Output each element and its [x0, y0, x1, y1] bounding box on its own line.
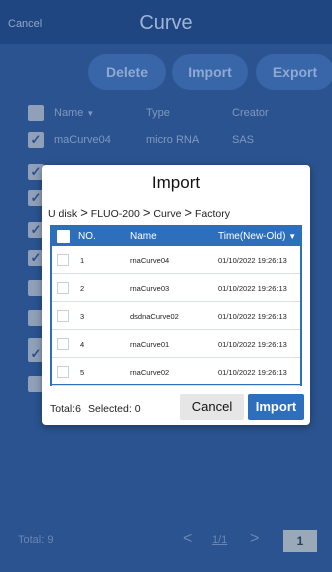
row-time: 01/10/2022 19:26:13: [218, 256, 287, 265]
table-row[interactable]: 3 dsdnaCurve02 01/10/2022 19:26:13: [52, 302, 300, 330]
column-no-header: NO.: [78, 231, 96, 242]
file-table: NO. Name Time(New-Old) ▼ 1 rnaCurve04 01…: [50, 225, 302, 386]
select-all-checkbox[interactable]: [28, 105, 44, 121]
row-time: 01/10/2022 19:26:13: [218, 312, 287, 321]
row-no: 3: [80, 312, 85, 321]
page-indicator: 1/1: [212, 534, 228, 546]
row-time: 01/10/2022 19:26:13: [218, 340, 287, 349]
column-time-header[interactable]: Time(New-Old) ▼: [218, 231, 296, 242]
curve-table-header: Name ▼ Type Creator: [24, 104, 328, 124]
row-no: 1: [80, 256, 85, 265]
breadcrumb: U disk > FLUO-200 > Curve > Factory: [48, 205, 230, 220]
row-checkbox[interactable]: [57, 254, 69, 266]
sort-down-icon: ▼: [288, 232, 297, 241]
row-time: 01/10/2022 19:26:13: [218, 368, 287, 377]
row-checkbox[interactable]: [57, 338, 69, 350]
breadcrumb-item[interactable]: Curve: [153, 208, 181, 220]
breadcrumb-item[interactable]: U disk: [48, 208, 77, 220]
row-name: rnaCurve04: [130, 256, 170, 265]
top-bar: Cancel Curve: [0, 0, 332, 44]
curve-type: micro RNA: [146, 134, 200, 146]
screen-title: Curve: [139, 12, 193, 34]
row-time: 01/10/2022 19:26:13: [218, 284, 287, 293]
export-button[interactable]: Export: [256, 54, 332, 90]
row-name: rnaCurve01: [130, 340, 170, 349]
column-type-header: Type: [146, 107, 170, 119]
import-dialog: Import U disk > FLUO-200 > Curve > Factory NO.…: [42, 165, 310, 425]
row-no: 2: [80, 284, 85, 293]
sort-down-icon: ▼: [86, 109, 95, 118]
column-name-header[interactable]: Name ▼: [54, 107, 94, 119]
table-row[interactable]: 4 rnaCurve01 01/10/2022 19:26:13: [52, 330, 300, 358]
total-count: Total: 9: [18, 534, 54, 546]
curve-name: maCurve04: [54, 134, 111, 146]
row-no: 4: [80, 340, 85, 349]
file-table-header: NO. Name Time(New-Old) ▼: [52, 227, 300, 246]
column-name-header: Name: [130, 231, 157, 242]
table-row[interactable]: 5 rnaCurve02 01/10/2022 19:26:13: [52, 358, 300, 386]
row-checkbox[interactable]: [57, 282, 69, 294]
breadcrumb-item[interactable]: Factory: [195, 208, 230, 220]
row-checkbox[interactable]: [57, 310, 69, 322]
row-name: rnaCurve02: [130, 368, 170, 377]
table-row[interactable]: 1 rnaCurve04 01/10/2022 19:26:13: [52, 246, 300, 274]
row-no: 5: [80, 368, 85, 377]
page-number-input[interactable]: 1: [283, 530, 317, 552]
chevron-right-icon: >: [80, 205, 88, 220]
chevron-right-icon: >: [142, 205, 151, 220]
curve-creator: SAS: [232, 134, 255, 146]
dialog-title: Import: [151, 173, 201, 192]
prev-page-icon[interactable]: <: [183, 530, 192, 548]
import-confirm-button[interactable]: Import: [248, 394, 304, 420]
chevron-right-icon: >: [184, 205, 193, 220]
select-all-checkbox[interactable]: [57, 230, 70, 243]
row-checkbox[interactable]: [57, 366, 69, 378]
list-footer: Total: 9 < 1/1 > 1: [0, 522, 332, 556]
action-buttons: Delete Import Export: [0, 54, 332, 94]
breadcrumb-item[interactable]: FLUO-200: [91, 208, 140, 220]
next-page-icon[interactable]: >: [250, 530, 259, 548]
selected-count: Selected: 0: [88, 403, 141, 415]
row-name: dsdnaCurve02: [130, 312, 179, 321]
delete-button[interactable]: Delete: [88, 54, 166, 90]
column-creator-header: Creator: [232, 107, 269, 119]
cancel-button[interactable]: Cancel: [180, 394, 244, 420]
total-count: Total:6: [50, 403, 81, 415]
row-checkbox[interactable]: ✓: [28, 132, 44, 148]
curve-row[interactable]: ✓ maCurve04 micro RNA SAS: [24, 128, 328, 154]
import-button[interactable]: Import: [172, 54, 248, 90]
row-name: rnaCurve03: [130, 284, 170, 293]
table-row[interactable]: 2 rnaCurve03 01/10/2022 19:26:13: [52, 274, 300, 302]
